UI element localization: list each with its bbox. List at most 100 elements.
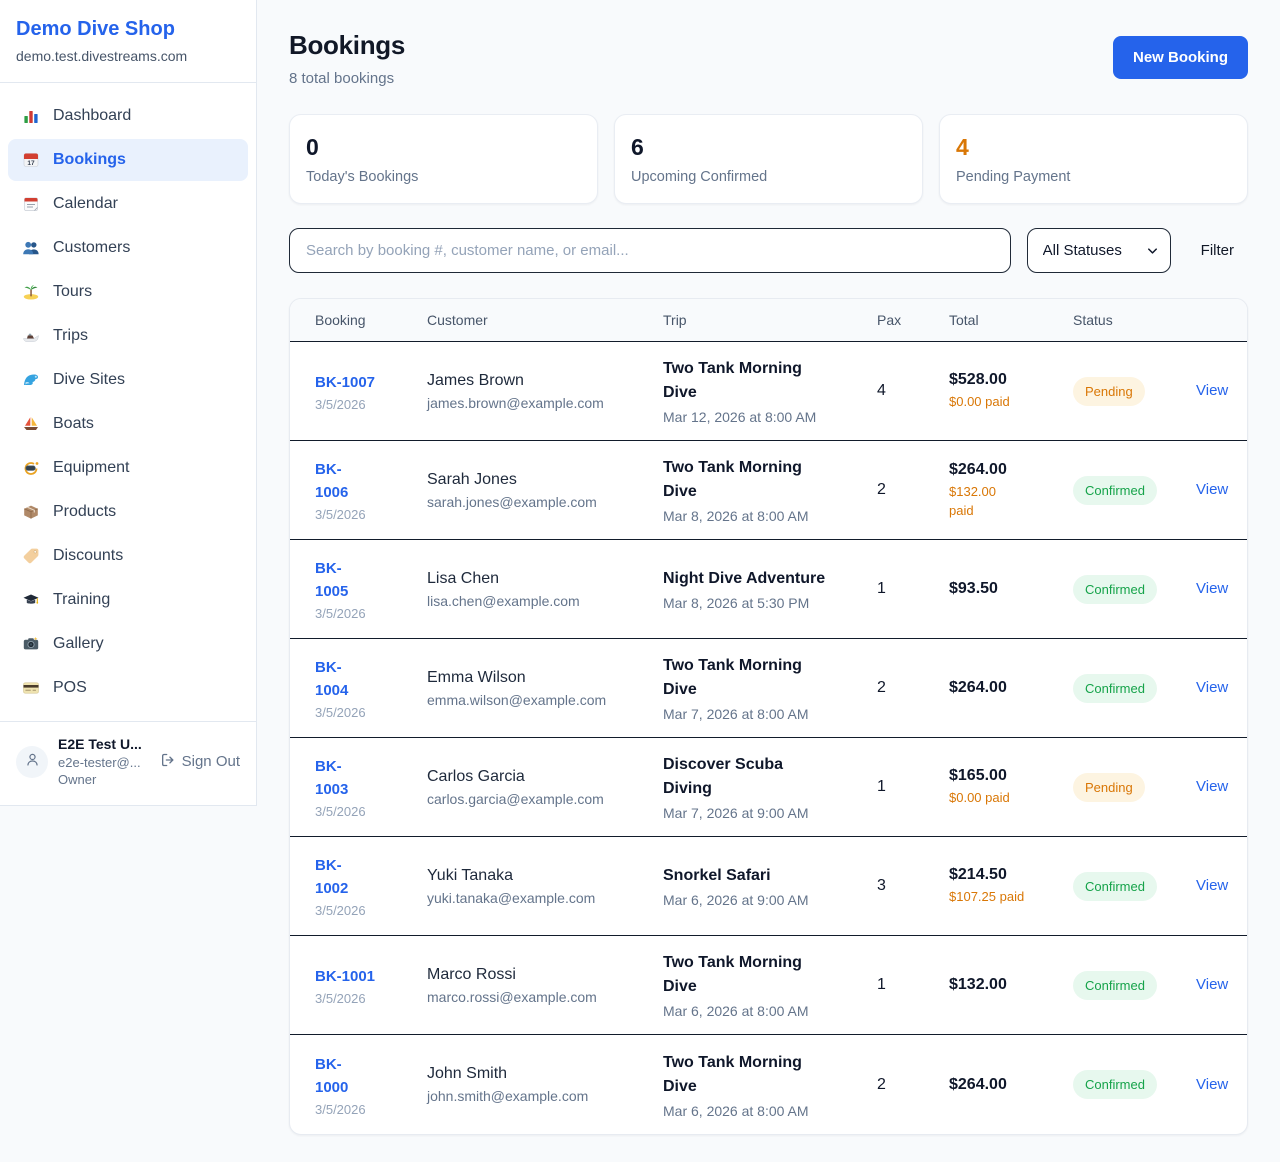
status-filter-select[interactable]: All Statuses (1027, 228, 1171, 273)
user-email: e2e-tester@... (58, 755, 150, 770)
customer-name: Sarah Jones (427, 471, 630, 489)
stat-cards: 0 Today's Bookings 6 Upcoming Confirmed … (289, 114, 1248, 204)
table-row: BK-1003 3/5/2026 Carlos Garcia carlos.ga… (290, 738, 1247, 837)
pax-count: 1 (852, 962, 924, 1008)
customer-name: Marco Rossi (427, 966, 630, 984)
user-section: E2E Test U... e2e-tester@... Owner Sign … (0, 721, 256, 805)
trip-name: Two Tank MorningDive (663, 951, 844, 999)
sidebar-item-calendar[interactable]: Calendar (8, 183, 248, 225)
sidebar-item-tours[interactable]: Tours (8, 271, 248, 313)
customer-email: carlos.garcia@example.com (427, 791, 630, 807)
sign-out-button[interactable]: Sign Out (160, 752, 240, 772)
total-amount: $93.50 (949, 580, 1040, 598)
column-header-total: Total (924, 299, 1048, 341)
user-role: Owner (58, 772, 150, 787)
status-badge: Confirmed (1073, 1070, 1157, 1099)
table-row: BK-1007 3/5/2026 James Brown james.brown… (290, 342, 1247, 441)
column-header-customer: Customer (402, 299, 638, 341)
booking-date: 3/5/2026 (315, 991, 394, 1006)
page-title: Bookings (289, 30, 405, 61)
stat-value: 4 (956, 134, 1231, 161)
customer-name: Lisa Chen (427, 570, 630, 588)
paid-amount: $0.00 paid (949, 788, 1040, 807)
trips-speedboat-icon (22, 327, 40, 345)
view-link[interactable]: View (1196, 1076, 1228, 1093)
column-header-trip: Trip (638, 299, 852, 341)
view-link[interactable]: View (1196, 382, 1228, 399)
total-amount: $214.50 (949, 866, 1040, 884)
booking-id-link[interactable]: BK-1005 (315, 557, 348, 603)
sidebar-item-bookings[interactable]: 17 Bookings (8, 139, 248, 181)
sidebar-item-pos[interactable]: POS (8, 667, 248, 709)
customer-email: john.smith@example.com (427, 1088, 630, 1104)
booking-id-link[interactable]: BK-1007 (315, 371, 375, 394)
new-booking-button[interactable]: New Booking (1113, 36, 1248, 79)
booking-date: 3/5/2026 (315, 705, 394, 720)
view-link[interactable]: View (1196, 877, 1228, 894)
view-link[interactable]: View (1196, 976, 1228, 993)
table-row: BK-1006 3/5/2026 Sarah Jones sarah.jones… (290, 441, 1247, 540)
customer-email: james.brown@example.com (427, 395, 630, 411)
customer-name: John Smith (427, 1065, 630, 1083)
booking-id-link[interactable]: BK-1003 (315, 755, 348, 801)
sidebar-item-products[interactable]: Products (8, 491, 248, 533)
calendar-icon (22, 195, 40, 213)
sidebar-item-discounts[interactable]: Discounts (8, 535, 248, 577)
trip-name: Two Tank MorningDive (663, 456, 844, 504)
status-badge: Pending (1073, 377, 1145, 406)
trip-name: Two Tank MorningDive (663, 357, 844, 405)
bookings-table: Booking Customer Trip Pax Total Status B… (289, 298, 1248, 1135)
table-row: BK-1001 3/5/2026 Marco Rossi marco.rossi… (290, 936, 1247, 1035)
sidebar-item-equipment[interactable]: Equipment (8, 447, 248, 489)
trip-datetime: Mar 7, 2026 at 9:00 AM (663, 805, 844, 821)
booking-id-link[interactable]: BK-1006 (315, 458, 348, 504)
paid-amount: $0.00 paid (949, 392, 1040, 411)
avatar (16, 746, 48, 778)
view-link[interactable]: View (1196, 481, 1228, 498)
pax-count: 3 (852, 863, 924, 909)
booking-id-link[interactable]: BK-1002 (315, 854, 348, 900)
booking-id-link[interactable]: BK-1000 (315, 1053, 348, 1099)
bookings-calendar-icon: 17 (22, 151, 40, 169)
booking-date: 3/5/2026 (315, 397, 394, 412)
customer-email: yuki.tanaka@example.com (427, 890, 630, 906)
stat-label: Pending Payment (956, 169, 1231, 185)
booking-date: 3/5/2026 (315, 507, 394, 522)
customer-name: James Brown (427, 372, 630, 390)
sidebar-item-gallery[interactable]: Gallery (8, 623, 248, 665)
sidebar-item-boats[interactable]: Boats (8, 403, 248, 445)
booking-id-link[interactable]: BK-1004 (315, 656, 348, 702)
view-link[interactable]: View (1196, 778, 1228, 795)
booking-date: 3/5/2026 (315, 1102, 394, 1117)
trip-datetime: Mar 8, 2026 at 5:30 PM (663, 595, 844, 611)
search-input[interactable] (289, 228, 1011, 273)
sidebar-item-trips[interactable]: Trips (8, 315, 248, 357)
dive-sites-wave-icon (22, 371, 40, 389)
booking-date: 3/5/2026 (315, 804, 394, 819)
status-badge: Confirmed (1073, 575, 1157, 604)
customer-name: Yuki Tanaka (427, 867, 630, 885)
sidebar-item-training[interactable]: Training (8, 579, 248, 621)
sidebar-item-customers[interactable]: Customers (8, 227, 248, 269)
customer-email: marco.rossi@example.com (427, 989, 630, 1005)
svg-text:17: 17 (27, 160, 35, 167)
booking-id-link[interactable]: BK-1001 (315, 965, 375, 988)
trip-name: Two Tank MorningDive (663, 654, 844, 702)
view-link[interactable]: View (1196, 679, 1228, 696)
view-link[interactable]: View (1196, 580, 1228, 597)
stat-card-todays-bookings: 0 Today's Bookings (289, 114, 598, 204)
customer-email: lisa.chen@example.com (427, 593, 630, 609)
shop-name: Demo Dive Shop (16, 18, 240, 41)
discounts-tag-icon (22, 547, 40, 565)
dashboard-chart-icon (22, 107, 40, 125)
filter-bar: All Statuses Filter (289, 228, 1248, 273)
stat-label: Upcoming Confirmed (631, 169, 906, 185)
stat-card-upcoming-confirmed: 6 Upcoming Confirmed (614, 114, 923, 204)
booking-date: 3/5/2026 (315, 606, 394, 621)
customer-name: Carlos Garcia (427, 768, 630, 786)
sidebar-item-dashboard[interactable]: Dashboard (8, 95, 248, 137)
sidebar-item-dive-sites[interactable]: Dive Sites (8, 359, 248, 401)
pax-count: 2 (852, 467, 924, 513)
trip-datetime: Mar 6, 2026 at 8:00 AM (663, 1103, 844, 1119)
filter-button[interactable]: Filter (1187, 242, 1248, 259)
